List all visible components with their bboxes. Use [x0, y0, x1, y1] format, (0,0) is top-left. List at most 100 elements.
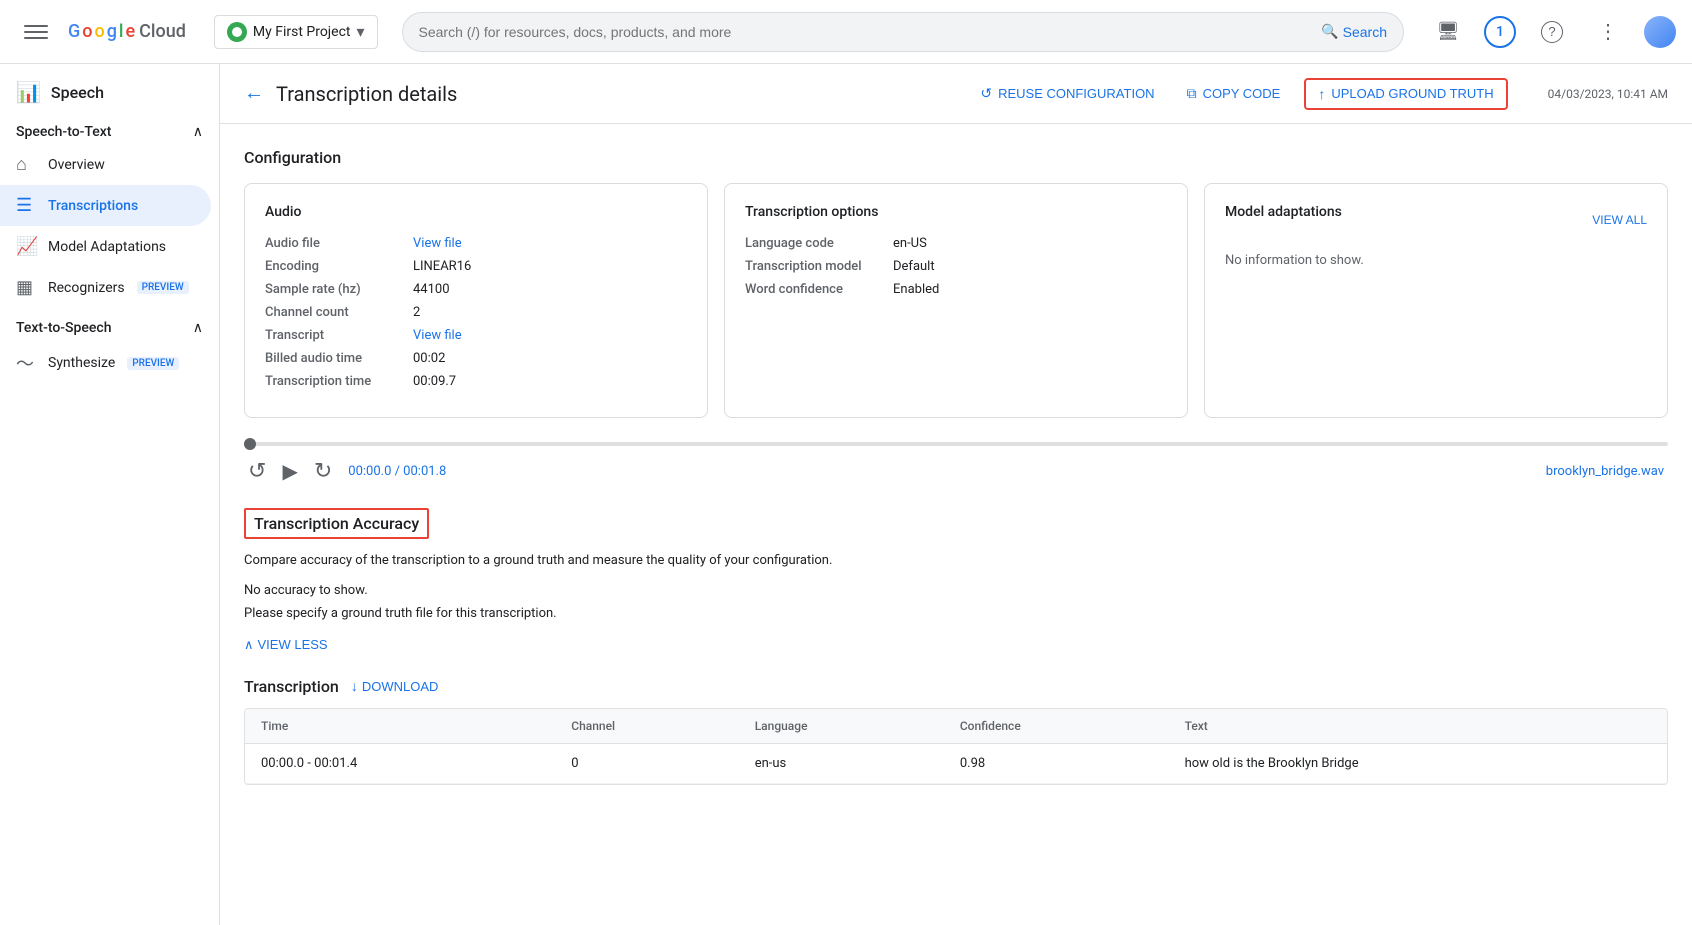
- reuse-configuration-button[interactable]: ↺ REUSE CONFIGURATION: [972, 79, 1162, 108]
- audio-progress-bar[interactable]: [244, 442, 1668, 446]
- cell-text: how old is the Brooklyn Bridge: [1169, 743, 1667, 783]
- encoding-row: Encoding LINEAR16: [265, 259, 687, 274]
- table-header: Time Channel Language Confidence Text: [245, 709, 1667, 744]
- audio-file-row: Audio file View file: [265, 236, 687, 251]
- upload-label: UPLOAD GROUND TRUTH: [1331, 86, 1493, 101]
- audio-filename-link[interactable]: brooklyn_bridge.wav: [1546, 464, 1664, 479]
- content-area: Configuration Audio Audio file View file…: [220, 124, 1692, 809]
- billed-audio-row: Billed audio time 00:02: [265, 351, 687, 366]
- reuse-label: REUSE CONFIGURATION: [998, 86, 1155, 101]
- sidebar-label-model-adaptations: Model Adaptations: [48, 239, 166, 255]
- avatar[interactable]: [1644, 16, 1676, 48]
- word-confidence-label: Word confidence: [745, 282, 885, 297]
- billed-audio-value: 00:02: [413, 351, 445, 366]
- app-title: Speech: [51, 83, 104, 102]
- language-code-row: Language code en-US: [745, 236, 1167, 251]
- billed-audio-label: Billed audio time: [265, 351, 405, 366]
- page-header: ← Transcription details ↺ REUSE CONFIGUR…: [220, 64, 1692, 124]
- back-button[interactable]: ←: [244, 82, 264, 105]
- audio-file-link[interactable]: View file: [413, 236, 462, 251]
- grid-icon: ▦: [16, 277, 36, 298]
- audio-controls: ↺ ▶ ↻ 00:00.0 / 00:01.8 brooklyn_bridge.…: [244, 458, 1668, 484]
- sample-rate-label: Sample rate (hz): [265, 282, 405, 297]
- col-language: Language: [739, 709, 944, 744]
- encoding-value: LINEAR16: [413, 259, 471, 274]
- section-stt-label: Speech-to-Text: [16, 124, 111, 140]
- sidebar-section-tts: Text-to-Speech ∧: [0, 308, 219, 340]
- transcription-table: Time Channel Language Confidence Text 00…: [245, 709, 1667, 784]
- play-button[interactable]: ▶: [282, 459, 297, 484]
- more-icon: ⋮: [1598, 19, 1618, 44]
- download-label: DOWNLOAD: [362, 679, 439, 694]
- sidebar-label-overview: Overview: [48, 157, 105, 173]
- col-channel: Channel: [555, 709, 738, 744]
- transcription-table-container: Time Channel Language Confidence Text 00…: [244, 708, 1668, 785]
- copy-code-button[interactable]: ⧉ COPY CODE: [1179, 79, 1289, 108]
- search-input[interactable]: [419, 24, 1314, 40]
- model-card-header: Model adaptations VIEW ALL: [1225, 204, 1647, 236]
- word-confidence-row: Word confidence Enabled: [745, 282, 1167, 297]
- audio-progress-thumb[interactable]: [244, 438, 256, 450]
- play-icon: ▶: [282, 459, 297, 484]
- download-button[interactable]: ↓ DOWNLOAD: [351, 678, 439, 694]
- synthesize-preview-badge: PREVIEW: [127, 357, 179, 370]
- hamburger-button[interactable]: [16, 12, 56, 52]
- transcription-time-value: 00:09.7: [413, 374, 456, 389]
- search-bar[interactable]: 🔍 Search: [402, 12, 1404, 52]
- sample-rate-value: 44100: [413, 282, 450, 297]
- speech-icon: 📊: [16, 80, 41, 104]
- col-time: Time: [245, 709, 555, 744]
- accuracy-hint: Please specify a ground truth file for t…: [244, 606, 1668, 621]
- upload-ground-truth-button[interactable]: ↑ UPLOAD GROUND TRUTH: [1304, 78, 1507, 110]
- project-icon: [227, 22, 247, 42]
- reuse-icon: ↺: [980, 85, 992, 102]
- download-icon: ↓: [351, 678, 358, 694]
- fast-forward-button[interactable]: ↻: [314, 458, 332, 484]
- sidebar-item-model-adaptations[interactable]: 📈 Model Adaptations: [0, 226, 211, 267]
- view-less-button[interactable]: ∧ VIEW LESS: [244, 637, 328, 653]
- more-options-button[interactable]: ⋮: [1588, 12, 1628, 52]
- rewind-button[interactable]: ↺: [248, 458, 266, 484]
- help-button[interactable]: ?: [1532, 12, 1572, 52]
- chevron-up-stt-icon: ∧: [193, 124, 203, 140]
- language-code-value: en-US: [893, 236, 927, 251]
- cell-language: en-us: [739, 743, 944, 783]
- back-arrow-icon: ←: [244, 82, 264, 105]
- display-icon: 🖥: [1437, 21, 1460, 42]
- page-title: Transcription details: [276, 82, 457, 106]
- main-content: ← Transcription details ↺ REUSE CONFIGUR…: [220, 64, 1692, 925]
- sidebar-item-synthesize[interactable]: 〜 Synthesize PREVIEW: [0, 340, 211, 386]
- wave-icon: 〜: [16, 350, 36, 376]
- model-card-title: Model adaptations: [1225, 204, 1342, 220]
- sidebar-item-recognizers[interactable]: ▦ Recognizers PREVIEW: [0, 267, 211, 308]
- transcription-section: Transcription ↓ DOWNLOAD Time Channel La…: [244, 677, 1668, 785]
- transcript-label: Transcript: [265, 328, 405, 343]
- recognizers-preview-badge: PREVIEW: [137, 281, 189, 294]
- copy-label: COPY CODE: [1203, 86, 1281, 101]
- home-icon: ⌂: [16, 154, 36, 175]
- sidebar-section-stt: Speech-to-Text ∧: [0, 112, 219, 144]
- display-icon-button[interactable]: 🖥: [1428, 12, 1468, 52]
- sidebar-header: 📊 Speech: [0, 64, 219, 112]
- model-adaptations-card: Model adaptations VIEW ALL No informatio…: [1204, 183, 1668, 418]
- audio-file-label: Audio file: [265, 236, 405, 251]
- channel-count-value: 2: [413, 305, 420, 320]
- chevron-down-icon: ▾: [356, 22, 364, 41]
- sidebar-item-overview[interactable]: ⌂ Overview: [0, 144, 211, 185]
- view-all-button[interactable]: VIEW ALL: [1592, 213, 1647, 227]
- transcription-time-label: Transcription time: [265, 374, 405, 389]
- audio-time-display: 00:00.0 / 00:01.8: [348, 464, 446, 479]
- channel-count-row: Channel count 2: [265, 305, 687, 320]
- google-logo: Google Cloud: [68, 21, 186, 42]
- notification-badge[interactable]: 1: [1484, 16, 1516, 48]
- sidebar-item-transcriptions[interactable]: ☰ Transcriptions: [0, 185, 211, 226]
- help-icon: ?: [1541, 21, 1563, 43]
- search-button[interactable]: 🔍 Search: [1321, 23, 1387, 40]
- audio-card-title: Audio: [265, 204, 687, 220]
- nav-left: Google Cloud My First Project ▾: [16, 12, 378, 52]
- sample-rate-row: Sample rate (hz) 44100: [265, 282, 687, 297]
- project-selector[interactable]: My First Project ▾: [214, 15, 378, 49]
- transcription-section-title: Transcription: [244, 677, 339, 696]
- transcription-model-row: Transcription model Default: [745, 259, 1167, 274]
- transcript-link[interactable]: View file: [413, 328, 462, 343]
